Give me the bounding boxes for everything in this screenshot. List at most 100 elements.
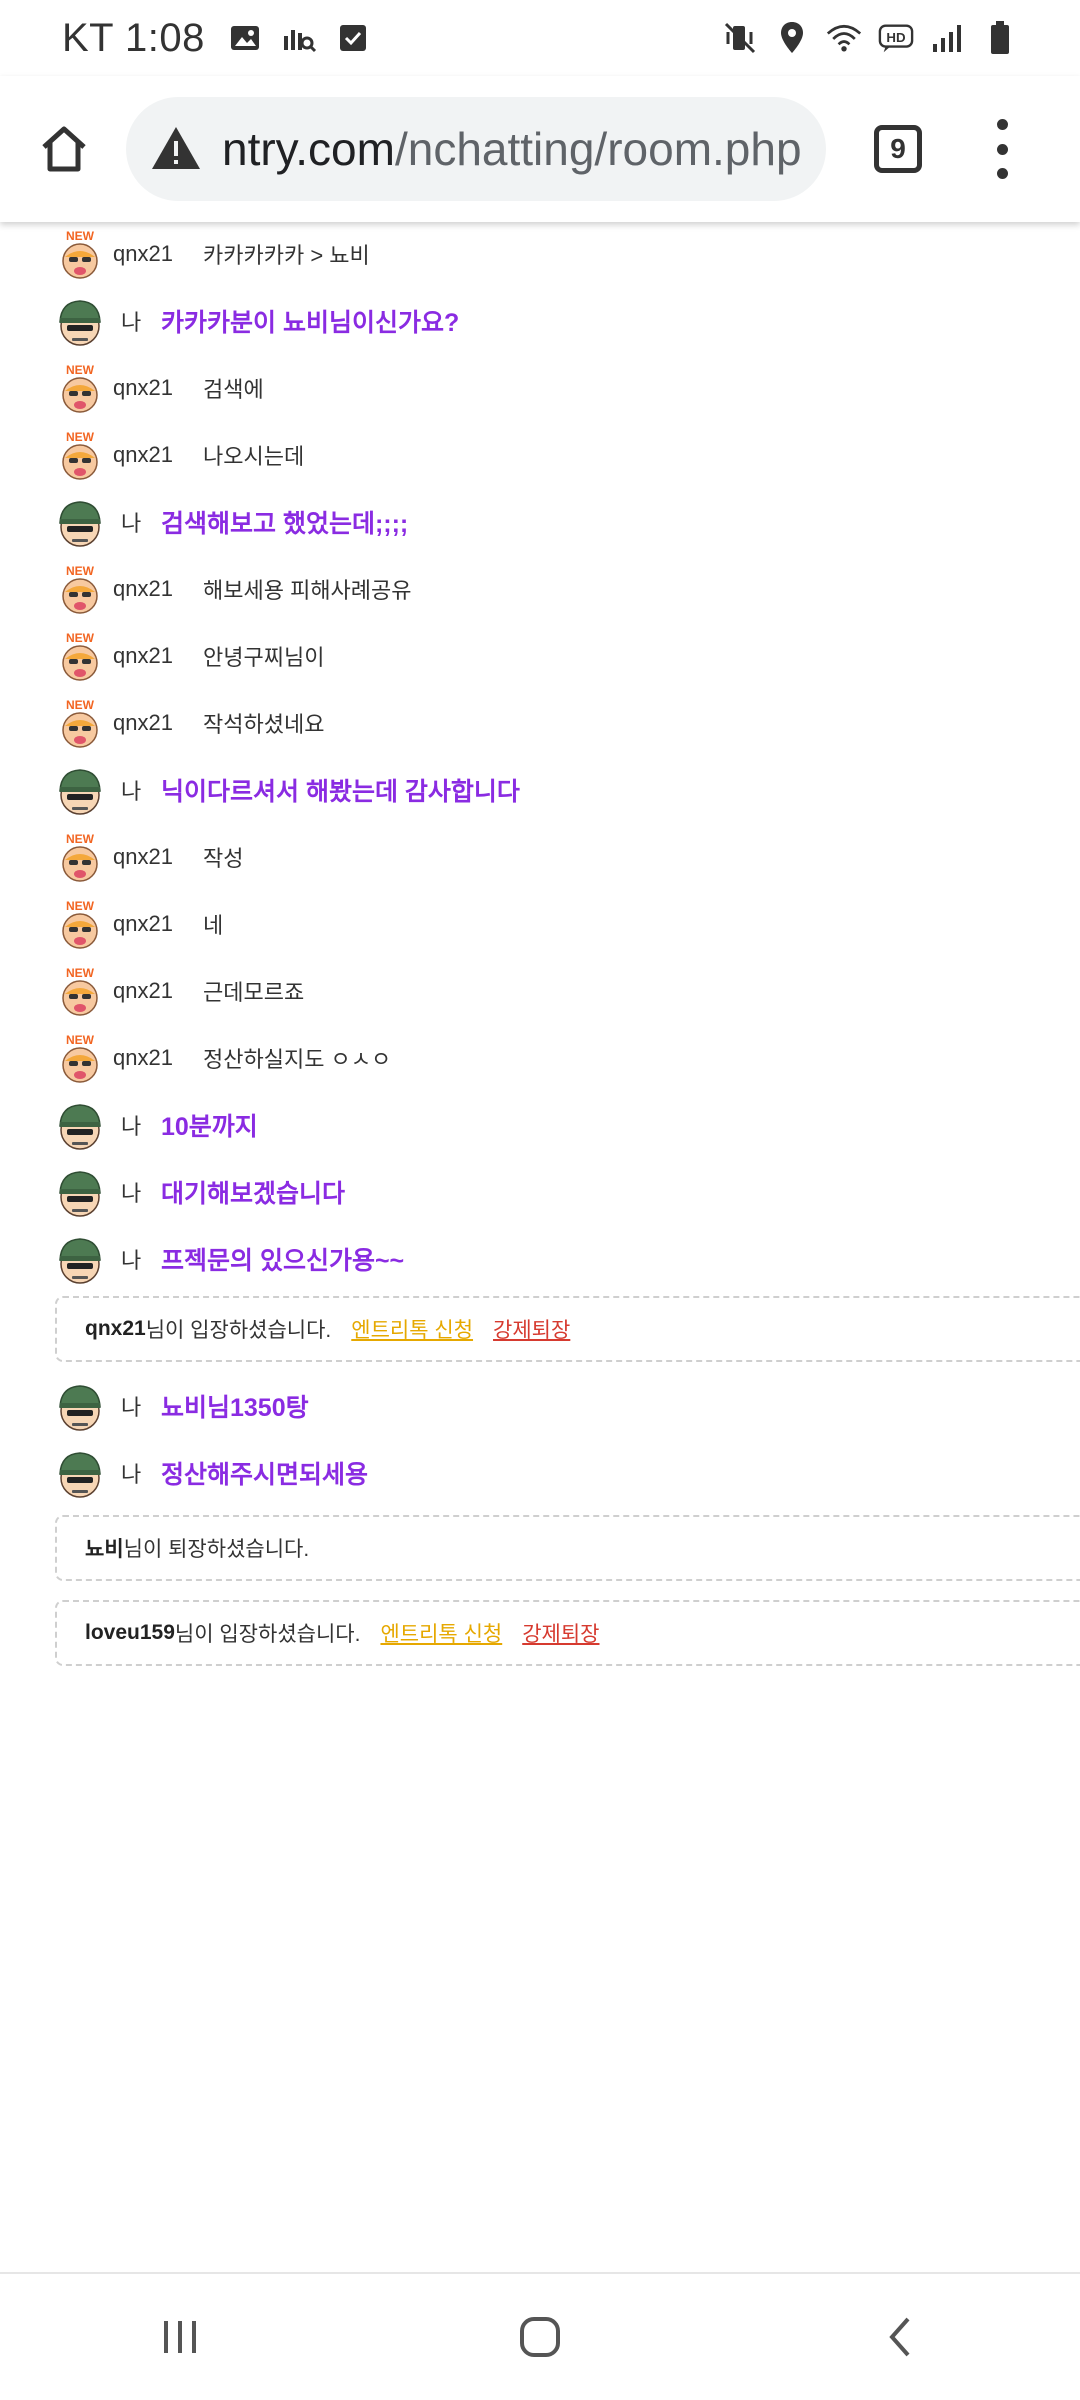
notice-text: 님이 퇴장하셨습니다. xyxy=(123,1538,310,1561)
svg-text:NEW: NEW xyxy=(66,832,95,846)
message-nickname[interactable]: 나 xyxy=(121,1109,161,1141)
url-path: /nchatting/room.php xyxy=(394,123,802,175)
message-nickname[interactable]: 나 xyxy=(121,774,161,806)
message-nickname[interactable]: qnx21 xyxy=(113,911,203,937)
svg-text:NEW: NEW xyxy=(66,966,95,980)
browser-toolbar: ntry.com/nchatting/room.php 9 xyxy=(0,76,1080,222)
soldier-avatar-icon[interactable] xyxy=(55,1446,105,1500)
chat-message: NEW qnx21 정산하실지도 ㅇㅅㅇ xyxy=(55,1028,391,1088)
chat-message-mine: 나 대기해보겠습니다 xyxy=(55,1162,345,1222)
svg-text:NEW: NEW xyxy=(66,430,95,444)
notice-text: 님이 입장하셨습니다. xyxy=(174,1623,361,1646)
new-member-avatar-icon[interactable]: NEW xyxy=(55,629,105,683)
chat-message-mine: 나 10분까지 xyxy=(55,1095,258,1155)
new-member-avatar-icon[interactable]: NEW xyxy=(55,428,105,482)
chat-message: NEW qnx21 작성 xyxy=(55,827,243,887)
message-text: 카카카분이 뇨비님이신가요? xyxy=(161,309,460,337)
system-nav-bar xyxy=(0,2272,1080,2400)
message-text: 정산하실지도 ㅇㅅㅇ xyxy=(203,1047,392,1072)
message-text: 안녕구찌님이 xyxy=(203,645,325,670)
new-member-avatar-icon[interactable]: NEW xyxy=(55,227,105,281)
home-nav-icon xyxy=(520,2317,560,2357)
recent-apps-button[interactable] xyxy=(140,2297,220,2377)
message-nickname[interactable]: qnx21 xyxy=(113,576,203,602)
tab-switcher-button[interactable]: 9 xyxy=(874,125,922,173)
message-nickname[interactable]: qnx21 xyxy=(113,1045,203,1071)
notice-user-name: 뇨비 xyxy=(85,1538,124,1561)
more-vert-icon[interactable] xyxy=(992,119,1012,179)
notice-user-name: qnx21 xyxy=(85,1317,146,1340)
kick-user-link[interactable]: 강제퇴장 xyxy=(493,1314,570,1344)
battery-icon xyxy=(982,20,1018,56)
entry-talk-request-link[interactable]: 엔트리톡 신청 xyxy=(380,1618,502,1648)
message-nickname[interactable]: qnx21 xyxy=(113,844,203,870)
address-bar[interactable]: ntry.com/nchatting/room.php xyxy=(126,97,826,201)
new-member-avatar-icon[interactable]: NEW xyxy=(55,897,105,951)
status-time: KT 1:08 xyxy=(62,15,205,60)
soldier-avatar-icon[interactable] xyxy=(55,763,105,817)
new-member-avatar-icon[interactable]: NEW xyxy=(55,830,105,884)
message-nickname[interactable]: 나 xyxy=(121,1176,161,1208)
message-nickname[interactable]: 나 xyxy=(121,305,161,337)
message-nickname[interactable]: qnx21 xyxy=(113,375,203,401)
new-member-avatar-icon[interactable]: NEW xyxy=(55,1031,105,1085)
image-icon xyxy=(227,20,263,56)
message-text: 검색해보고 했었는데;;;; xyxy=(161,510,409,538)
chat-message-mine: 나 검색해보고 했었는데;;;; xyxy=(55,492,408,552)
new-member-avatar-icon[interactable]: NEW xyxy=(55,964,105,1018)
svg-text:NEW: NEW xyxy=(66,564,95,578)
soldier-avatar-icon[interactable] xyxy=(55,1379,105,1433)
message-nickname[interactable]: qnx21 xyxy=(113,978,203,1004)
recent-apps-icon xyxy=(164,2321,196,2353)
warning-icon[interactable] xyxy=(150,123,202,175)
vibrate-mute-icon xyxy=(722,20,758,56)
chat-message-mine: 나 카카카분이 뇨비님이신가요? xyxy=(55,291,459,351)
home-nav-button[interactable] xyxy=(500,2297,580,2377)
message-text: 대기해보겠습니다 xyxy=(161,1180,346,1208)
status-system-icons: HD xyxy=(722,20,1018,56)
entry-talk-request-link[interactable]: 엔트리톡 신청 xyxy=(351,1314,473,1344)
new-member-avatar-icon[interactable]: NEW xyxy=(55,696,105,750)
chat-message-mine: 나 정산해주시면되세용 xyxy=(55,1443,368,1503)
soldier-avatar-icon[interactable] xyxy=(55,495,105,549)
svg-text:HD: HD xyxy=(886,30,906,45)
message-nickname[interactable]: qnx21 xyxy=(113,643,203,669)
message-text: 카카카카카 > 뇨비 xyxy=(203,243,370,268)
svg-text:NEW: NEW xyxy=(66,899,95,913)
wifi-icon xyxy=(826,20,862,56)
soldier-avatar-icon[interactable] xyxy=(55,1165,105,1219)
location-icon xyxy=(774,20,810,56)
new-member-avatar-icon[interactable]: NEW xyxy=(55,361,105,415)
chat-message: NEW qnx21 나오시는데 xyxy=(55,425,304,485)
notice-user-name: loveu159 xyxy=(85,1621,175,1644)
status-notification-icons xyxy=(227,20,371,56)
message-nickname[interactable]: qnx21 xyxy=(113,241,203,267)
message-text: 뇨비님1350탕 xyxy=(161,1394,309,1422)
message-text: 정산해주시면되세용 xyxy=(161,1461,369,1489)
soldier-avatar-icon[interactable] xyxy=(55,1232,105,1286)
hd-voice-icon: HD xyxy=(878,20,914,56)
home-button[interactable] xyxy=(32,117,96,181)
message-nickname[interactable]: qnx21 xyxy=(113,442,203,468)
chat-message: NEW qnx21 근데모르죠 xyxy=(55,961,304,1021)
new-member-avatar-icon[interactable]: NEW xyxy=(55,562,105,616)
url-text[interactable]: ntry.com/nchatting/room.php xyxy=(222,122,802,176)
chat-message: NEW qnx21 안녕구찌님이 xyxy=(55,626,324,686)
chat-message: NEW qnx21 작석하셨네요 xyxy=(55,693,324,753)
soldier-avatar-icon[interactable] xyxy=(55,294,105,348)
message-nickname[interactable]: 나 xyxy=(121,1390,161,1422)
message-nickname[interactable]: 나 xyxy=(121,1457,161,1489)
message-text: 작성 xyxy=(203,846,244,871)
entry-notice: qnx21 님이 입장하셨습니다. 엔트리톡 신청 강제퇴장 xyxy=(55,1296,1080,1362)
svg-text:NEW: NEW xyxy=(66,631,95,645)
message-nickname[interactable]: 나 xyxy=(121,506,161,538)
message-nickname[interactable]: 나 xyxy=(121,1243,161,1275)
back-button[interactable] xyxy=(860,2297,940,2377)
soldier-avatar-icon[interactable] xyxy=(55,1098,105,1152)
message-text: 해보세용 피해사례공유 xyxy=(203,578,412,603)
message-nickname[interactable]: qnx21 xyxy=(113,710,203,736)
chat-message-mine: 나 뇨비님1350탕 xyxy=(55,1376,309,1436)
svg-text:NEW: NEW xyxy=(66,363,95,377)
exit-notice: 뇨비 님이 퇴장하셨습니다. xyxy=(55,1515,1080,1581)
kick-user-link[interactable]: 강제퇴장 xyxy=(522,1618,599,1648)
